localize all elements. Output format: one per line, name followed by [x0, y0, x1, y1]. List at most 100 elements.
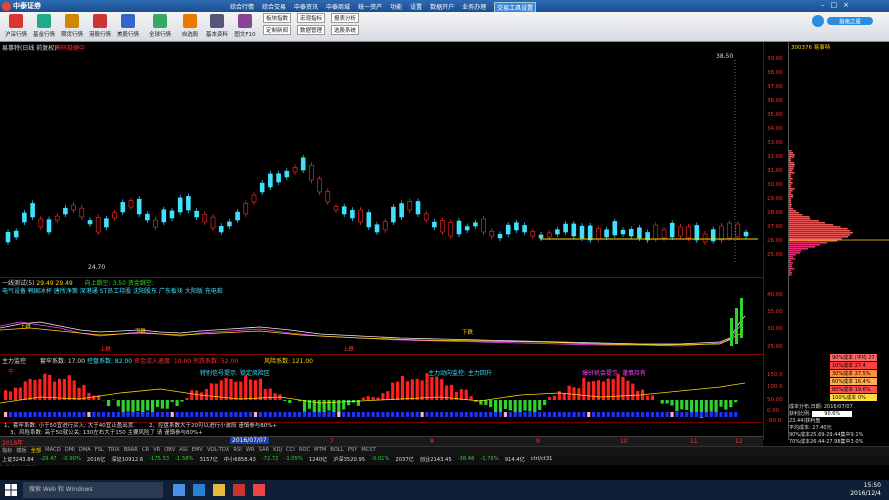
toolbar-button-futures[interactable]: 期货行情	[60, 14, 84, 38]
flow-bar	[224, 412, 228, 417]
chip-bar	[789, 262, 794, 264]
price-chart-pane[interactable]: 易事特(日线 前复权) 筹码稳健中 38.50 24.70	[0, 42, 763, 278]
taskview-icon[interactable]	[173, 484, 185, 496]
cost-row: 30%成本 27.5%	[830, 370, 877, 377]
app-icon[interactable]	[233, 484, 245, 496]
indicator-tab[interactable]: KDJ	[273, 447, 282, 456]
indicator-tab[interactable]: WR	[246, 447, 255, 456]
toolbar-button-us[interactable]: 美股行情	[116, 14, 140, 38]
data-manage-button[interactable]: 数据管理	[297, 25, 326, 35]
main-force-bar	[302, 400, 307, 412]
indicator-tab[interactable]: TRIX	[108, 447, 120, 456]
indicator-tab[interactable]: BOLL	[330, 447, 343, 456]
flow-bar	[381, 412, 385, 417]
indicator-pane-2[interactable]: 一线测试(5) 29.49 29.49 向上跳空: 3.50 资金跳空: 电气设…	[0, 278, 763, 355]
taskbar-clock[interactable]: 15:50 2016/12/4	[850, 482, 881, 498]
taskbar-search[interactable]: 搜索 Web 和 Windows	[23, 482, 163, 498]
toolbar-button-hk[interactable]: 港股行情	[88, 14, 112, 38]
chip-bar	[789, 184, 792, 186]
main-force-bar	[538, 400, 542, 410]
toolbar-button-f10[interactable]: 图文F10	[233, 14, 257, 38]
function-buttons: 板块指数 宏观指标 报表分析 定制新闻 数据管理 选股系统	[263, 13, 360, 35]
main-force-bar	[249, 379, 253, 400]
cost-row: 100%成本 0%	[830, 394, 877, 401]
indicator-tab[interactable]: MTM	[314, 447, 326, 456]
indicator-tab[interactable]: MACD	[45, 447, 61, 456]
indicator-tab[interactable]: 模板	[16, 447, 26, 456]
indicator-tab[interactable]: VOL-TDX	[207, 447, 229, 456]
main-force-bar	[543, 400, 547, 406]
indicator-tab[interactable]: PSY	[348, 447, 358, 456]
chip-bar	[789, 216, 810, 218]
custom-news-button[interactable]: 定制新闻	[263, 25, 292, 35]
indicator-tab[interactable]: BRAR	[124, 447, 138, 456]
flow-bar	[415, 412, 419, 417]
candle-body	[194, 210, 199, 218]
flow-bar	[474, 412, 478, 417]
pane2-mark: 上跌	[100, 345, 112, 353]
indicator-tab[interactable]: DMA	[79, 447, 91, 456]
indicator-tab[interactable]: DMI	[65, 447, 75, 456]
indicator-tab[interactable]: OBV	[164, 447, 175, 456]
indicator-tab[interactable]: VR	[153, 447, 160, 456]
windows-start-icon[interactable]	[3, 482, 19, 498]
flow-bar	[307, 412, 311, 417]
main-force-bar	[53, 381, 57, 400]
candle-body	[440, 220, 445, 233]
candle-body	[153, 219, 158, 228]
status-item: 中小6858.43	[223, 457, 256, 463]
chip-bar	[789, 224, 834, 226]
toolbar-button-watchlist[interactable]: 自选股	[178, 14, 202, 38]
indicator-tab[interactable]: 指标	[2, 447, 12, 456]
report-analysis-button[interactable]: 报表分析	[331, 13, 360, 23]
profit-value: 90.6%	[812, 411, 853, 417]
flow-bar	[106, 412, 111, 417]
flow-bar	[714, 412, 718, 417]
main-force-bar	[704, 400, 708, 413]
main-force-bar	[77, 387, 81, 400]
main-force-bar	[258, 378, 262, 400]
indicator-tab[interactable]: RSI	[233, 447, 241, 456]
toolbar-button-global[interactable]: 全球行情	[148, 14, 172, 38]
close-icon[interactable]: ×	[843, 1, 849, 9]
toolbar-button-fund[interactable]: 基金行情	[32, 14, 56, 38]
flow-bar	[62, 412, 66, 417]
maximize-icon[interactable]: □	[831, 1, 838, 9]
clock-time: 15:50	[863, 482, 881, 489]
indicator-tab[interactable]: FSL	[95, 447, 104, 456]
indicator-tab[interactable]: EMV	[192, 447, 203, 456]
toolbar-button-profile[interactable]: 基本资料	[205, 14, 229, 38]
app-logo: 中泰证券	[2, 1, 41, 11]
indicator-tab[interactable]: SAR	[259, 447, 270, 456]
indicator-tab[interactable]: ROC	[299, 447, 310, 456]
trading-app-icon[interactable]	[253, 484, 265, 496]
indicator-tab[interactable]: CCI	[286, 447, 295, 456]
price-tick: 35.00	[767, 112, 783, 118]
x-axis-label: 10	[620, 438, 628, 445]
flow-bar	[263, 412, 267, 417]
chip-bar	[789, 250, 802, 252]
main-force-bar	[572, 387, 576, 400]
chip-bar	[789, 160, 791, 162]
macro-index-button[interactable]: 宏观指标	[297, 13, 326, 23]
flow-bar	[97, 412, 101, 417]
candle-body	[587, 225, 593, 241]
sector-index-button[interactable]: 板块指数	[263, 13, 292, 23]
profit-row: 获利比例: 90.6%	[789, 411, 889, 418]
edge-icon[interactable]	[193, 484, 205, 496]
indicator-tab[interactable]: 全部	[31, 447, 41, 456]
status-item: 2037亿	[395, 457, 414, 463]
flow-bar	[102, 412, 106, 417]
toolbar-button-hushen[interactable]: 沪深行情	[4, 14, 28, 38]
flow-bar	[533, 412, 537, 417]
chip-bar	[789, 256, 794, 258]
explorer-icon[interactable]	[213, 484, 225, 496]
indicator-tab[interactable]: ASI	[179, 447, 187, 456]
main-force-bar	[234, 381, 238, 400]
minimize-icon[interactable]: –	[821, 1, 825, 9]
indicator-tab[interactable]: CR	[142, 447, 149, 456]
main-force-pane[interactable]: 主力监控 套牢系数: 17.00 控盘系数: 82.00 资金流入速度: 10.…	[0, 355, 763, 423]
indicator-tab[interactable]: MCST	[361, 447, 376, 456]
stock-picker-button[interactable]: 选股系统	[331, 25, 360, 35]
candle-body	[317, 178, 322, 193]
